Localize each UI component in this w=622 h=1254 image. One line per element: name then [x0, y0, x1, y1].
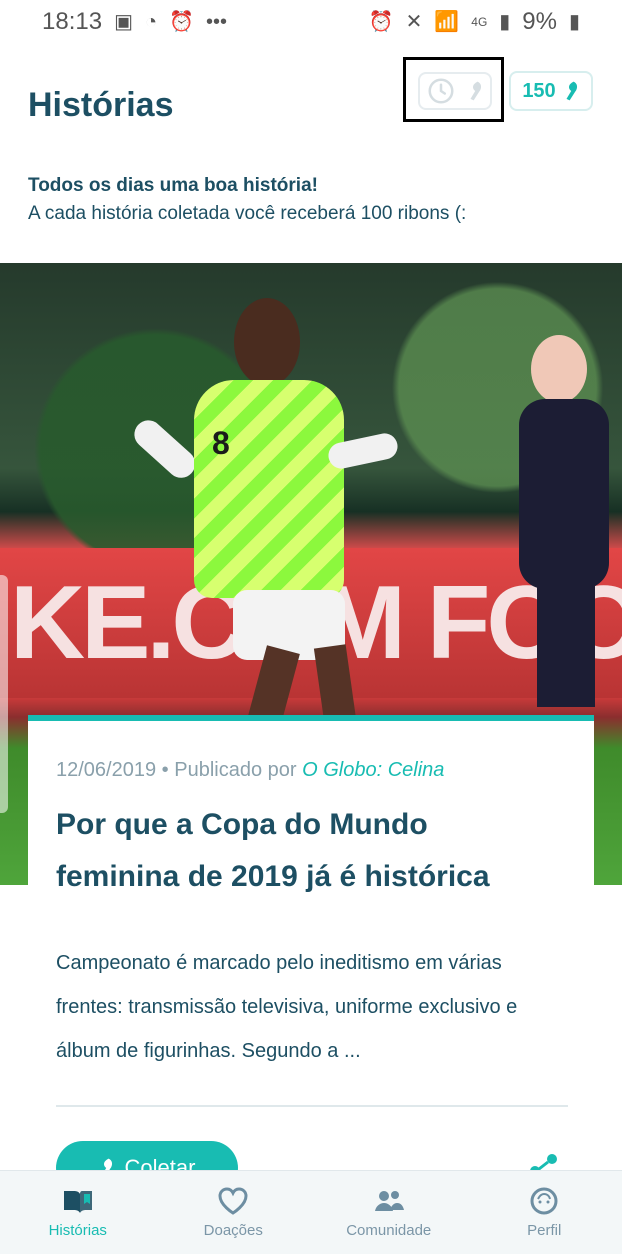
daily-timer-chip[interactable] — [418, 72, 492, 110]
intro-text: Todos os dias uma boa história! A cada h… — [28, 172, 598, 228]
status-left: 18:13 ▣ ◔ ⏰ ••• — [42, 8, 227, 36]
more-icon: ••• — [206, 12, 227, 32]
bottom-navigation: Histórias Doações Comunidade Perfil — [0, 1170, 622, 1254]
divider — [56, 1105, 568, 1107]
wifi-icon: 📶 — [434, 12, 459, 32]
opponent-body — [519, 399, 609, 589]
mute-icon: ✕ — [406, 12, 423, 32]
nav-label-doacoes: Doações — [204, 1222, 263, 1239]
story-card[interactable]: 12/06/2019 • Publicado por O Globo: Celi… — [28, 715, 594, 1170]
left-edge-handle[interactable] — [0, 575, 8, 813]
player-shirt: 8 — [194, 380, 344, 598]
nigeria-player: 8 — [138, 298, 398, 728]
network-label: 4G — [471, 16, 487, 28]
opponent-head — [531, 335, 587, 403]
story-source[interactable]: O Globo: Celina — [302, 759, 444, 781]
battery-icon: ▮ — [569, 12, 580, 32]
story-text: Campeonato é marcado pelo ineditismo em … — [56, 941, 568, 1073]
signal-icon: ▮ — [499, 12, 510, 32]
nav-label-historias: Histórias — [49, 1222, 107, 1239]
people-icon — [372, 1186, 406, 1216]
nav-label-perfil: Perfil — [527, 1222, 561, 1239]
alarm-icon: ⏰ — [169, 12, 194, 32]
player-number: 8 — [212, 425, 230, 462]
whatsapp-icon: ◔ — [145, 12, 157, 32]
story-date: 12/06/2019 — [56, 759, 156, 781]
status-time: 18:13 — [42, 8, 102, 36]
player-arm-left — [129, 415, 201, 484]
published-by-label: Publicado por — [174, 759, 296, 781]
ribbon-icon — [468, 80, 484, 102]
alarm-icon: ⏰ — [369, 12, 394, 32]
profile-icon — [527, 1186, 561, 1216]
story-title[interactable]: Por que a Copa do Mundo feminina de 2019… — [56, 799, 556, 903]
status-bar: 18:13 ▣ ◔ ⏰ ••• ⏰ ✕ 📶 4G ▮ 9% ▮ — [0, 0, 622, 44]
nav-item-historias[interactable]: Histórias — [0, 1171, 156, 1254]
heart-icon — [216, 1186, 250, 1216]
status-right: ⏰ ✕ 📶 4G ▮ 9% ▮ — [369, 8, 580, 36]
book-icon — [61, 1186, 95, 1216]
battery-label: 9% — [522, 8, 557, 36]
page-title: Histórias — [28, 86, 174, 125]
meta-separator: • — [162, 759, 169, 781]
intro-subtitle: A cada história coletada você receberá 1… — [28, 200, 598, 228]
story-meta: 12/06/2019 • Publicado por O Globo: Celi… — [56, 759, 444, 782]
ribbons-balance-chip[interactable]: 150 — [509, 71, 593, 111]
intro-headline: Todos os dias uma boa história! — [28, 172, 598, 200]
image-icon: ▣ — [114, 12, 133, 32]
nav-label-comunidade: Comunidade — [346, 1222, 431, 1239]
ribbon-icon — [564, 80, 580, 102]
nav-item-comunidade[interactable]: Comunidade — [311, 1171, 467, 1254]
nav-item-perfil[interactable]: Perfil — [467, 1171, 622, 1254]
player-head — [234, 298, 300, 386]
opponent-legs — [537, 577, 595, 707]
nav-item-doacoes[interactable]: Doações — [156, 1171, 312, 1254]
header: Histórias 150 — [0, 60, 622, 150]
clock-icon — [426, 76, 456, 106]
opponent-player — [505, 335, 622, 725]
ribbons-count: 150 — [522, 80, 555, 103]
